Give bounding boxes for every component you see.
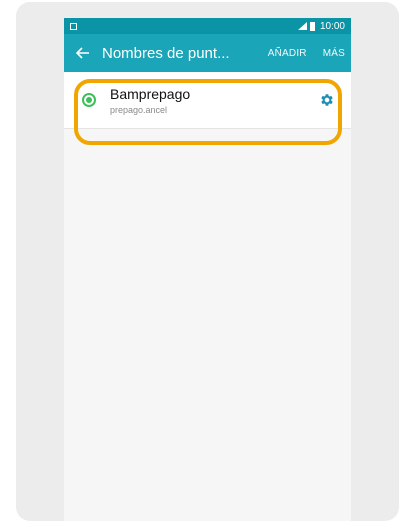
- phone-screen: 10:00 Nombres de punt... AÑADIR MÁS Bamp…: [64, 18, 351, 521]
- app-bar: Nombres de punt... AÑADIR MÁS: [64, 34, 351, 72]
- status-time: 10:00: [319, 20, 345, 32]
- image-notification-icon: [70, 22, 77, 30]
- back-arrow-icon[interactable]: [74, 44, 92, 62]
- device-frame: 10:00 Nombres de punt... AÑADIR MÁS Bamp…: [16, 2, 399, 521]
- apn-name: Bamprepago: [110, 85, 191, 102]
- apn-value: prepago.ancel: [110, 104, 168, 115]
- more-button[interactable]: MÁS: [323, 48, 345, 59]
- app-bar-actions: AÑADIR MÁS: [268, 48, 345, 59]
- page-title: Nombres de punt...: [102, 44, 230, 62]
- apn-list-item[interactable]: Bamprepago prepago.ancel: [64, 72, 351, 129]
- apn-text: Bamprepago prepago.ancel: [110, 86, 317, 115]
- battery-icon: [309, 21, 315, 31]
- signal-icon: [297, 22, 307, 30]
- gear-icon[interactable]: [317, 90, 337, 110]
- radio-selected-icon[interactable]: [82, 93, 96, 107]
- status-bar: 10:00: [64, 18, 351, 34]
- add-button[interactable]: AÑADIR: [268, 48, 307, 59]
